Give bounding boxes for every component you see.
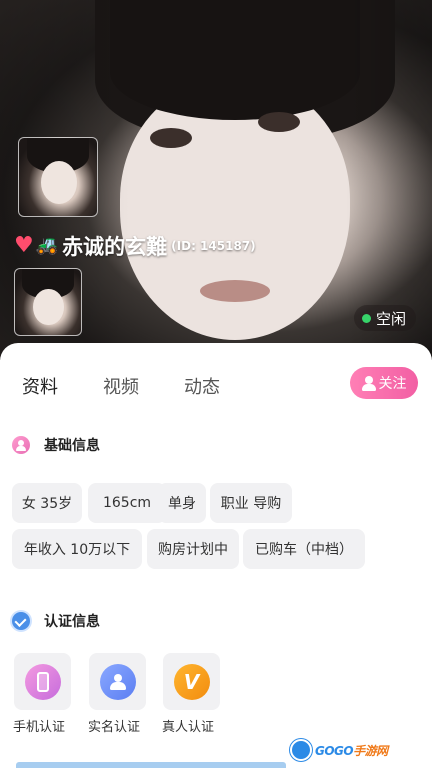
tag-marital: 单身: [158, 483, 206, 523]
cert-phone-box: [14, 653, 71, 710]
next-section-peek: [16, 762, 286, 768]
cert-realname[interactable]: 实名认证: [88, 653, 168, 735]
profile-name-row: ♥ 🚜 赤诚的玄難 (ID: 145187): [14, 231, 256, 261]
cert-phone-label: 手机认证: [13, 720, 66, 735]
thumb-face: [40, 161, 77, 205]
cert-realname-box: [89, 653, 146, 710]
watermark-text: GOGO手游网: [315, 742, 388, 759]
person-verified-icon: [99, 663, 136, 700]
phone-icon: [24, 663, 61, 700]
basic-info-icon: [12, 436, 30, 454]
watermark-brand-b: 手游网: [353, 743, 388, 758]
basic-info-header: 基础信息: [12, 435, 100, 455]
follow-button-label: 关注: [378, 376, 407, 392]
watermark-brand-a: GOGO: [315, 743, 354, 758]
add-person-icon: [361, 376, 376, 391]
status-dot-icon: [361, 313, 371, 323]
watermark-globe-icon: [290, 739, 312, 761]
basic-info-title: 基础信息: [44, 438, 100, 454]
tab-videos[interactable]: 视频: [103, 373, 139, 399]
thumb-face: [33, 288, 64, 326]
cert-real-person-label: 真人认证: [162, 720, 215, 735]
profile-nickname: 赤诚的玄難: [62, 235, 168, 259]
profile-sheet: 资料 视频 动态 关注 基础信息 女 35岁 165cm 单身 职业 导购 年收…: [0, 343, 432, 768]
profile-tabs: 资料 视频 动态 关注: [0, 343, 432, 423]
tag-occupation: 职业 导购: [210, 483, 292, 523]
profile-id: (ID: 145187): [171, 239, 256, 253]
tag-gender-age: 女 35岁: [12, 483, 82, 523]
verified-badge-icon: [12, 612, 30, 630]
photo-thumbnail-2[interactable]: [14, 268, 82, 336]
cert-info-header: 认证信息: [12, 611, 100, 631]
tag-income: 年收入 10万以下: [12, 529, 142, 569]
cert-real-person[interactable]: V 真人认证: [162, 653, 242, 735]
tag-housing: 购房计划中: [147, 529, 239, 569]
photo-thumbnail-1[interactable]: [18, 137, 98, 217]
cert-info-title: 认证信息: [44, 614, 100, 630]
status-label: 空闲: [375, 309, 406, 328]
cert-realname-label: 实名认证: [88, 720, 141, 735]
watermark-logo: GOGO手游网: [290, 739, 388, 761]
tab-moments[interactable]: 动态: [184, 373, 220, 399]
tractor-icon: 🚜: [35, 235, 59, 256]
tag-car: 已购车（中档）: [243, 529, 365, 569]
v-badge-icon: V: [173, 663, 210, 700]
tab-profile-info[interactable]: 资料: [22, 373, 58, 399]
tag-height: 165cm: [88, 483, 166, 523]
follow-button[interactable]: 关注: [350, 367, 418, 399]
heart-icon: ♥: [14, 233, 34, 258]
cert-real-person-box: V: [163, 653, 220, 710]
cert-phone[interactable]: 手机认证: [13, 653, 93, 735]
online-status-badge: 空闲: [353, 305, 416, 331]
